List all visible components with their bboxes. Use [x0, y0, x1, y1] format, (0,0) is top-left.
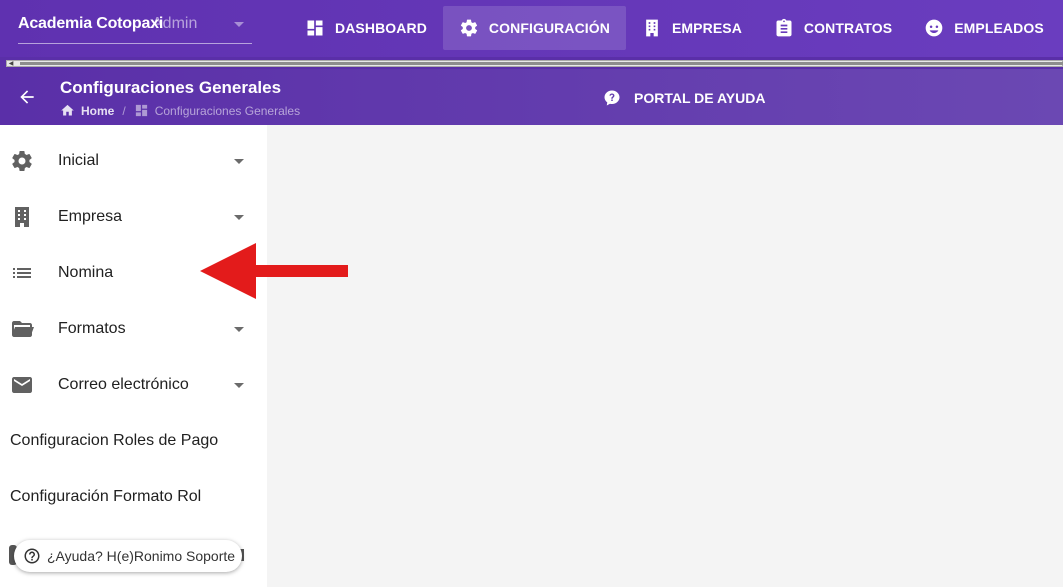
- help-portal-label: PORTAL DE AYUDA: [634, 90, 766, 106]
- horizontal-scrollbar-area: ◀: [0, 57, 1063, 69]
- breadcrumb: Home / Configuraciones Generales: [60, 103, 300, 118]
- gear-icon: [460, 19, 478, 37]
- breadcrumb-current: Configuraciones Generales: [154, 103, 301, 118]
- sidebar-item-correo[interactable]: Correo electrónico: [0, 357, 267, 413]
- sidebar-item-roles-de-pago[interactable]: Configuracion Roles de Pago: [0, 413, 267, 469]
- chevron-down-icon: [234, 214, 244, 220]
- building-icon: [10, 205, 34, 229]
- help-portal-link[interactable]: PORTAL DE AYUDA: [603, 89, 765, 107]
- nav-empresa[interactable]: EMPRESA: [626, 6, 758, 50]
- sidebar-item-label: Formatos: [58, 320, 126, 337]
- nav-contratos[interactable]: CONTRATOS: [758, 6, 908, 50]
- list-icon: [10, 261, 34, 285]
- sidebar-item-formato-rol[interactable]: Configuración Formato Rol: [0, 469, 267, 525]
- building-icon: [646, 19, 658, 37]
- gear-icon: [10, 149, 34, 173]
- nav-empresa-label: EMPRESA: [671, 20, 742, 36]
- chevron-down-icon: [234, 326, 244, 332]
- sidebar-item-formatos[interactable]: Formatos: [0, 301, 267, 357]
- scroll-left-arrow-icon[interactable]: ◀: [7, 61, 15, 68]
- sidebar-item-label: Empresa: [58, 208, 123, 225]
- nav-empleados[interactable]: EMPLEADOS: [908, 6, 1060, 50]
- nav-configuracion[interactable]: CONFIGURACIÓN: [442, 6, 626, 50]
- dashboard-icon: [135, 104, 147, 117]
- home-icon: [61, 104, 74, 116]
- folder-open-icon: [10, 317, 34, 341]
- chevron-down-icon: [234, 158, 244, 164]
- organization-select[interactable]: Academia Cotopaxi Admin: [18, 8, 252, 44]
- nav-dashboard-label: DASHBOARD: [335, 20, 427, 36]
- main-content: [267, 125, 1063, 587]
- help-bubble-icon: [604, 90, 620, 106]
- main-nav: DASHBOARD CONFIGURACIÓN EMPRESA CONTRATO…: [289, 6, 1063, 50]
- scrollbar-thumb[interactable]: [20, 62, 1063, 65]
- sidebar-item-label: Inicial: [58, 152, 99, 169]
- nav-contratos-label: CONTRATOS: [803, 20, 893, 36]
- clipboard-icon: [776, 18, 792, 37]
- chevron-down-icon: [234, 22, 244, 27]
- chevron-down-icon: [234, 382, 244, 388]
- arrow-back-icon: [20, 90, 34, 104]
- sidebar-item-label: Configuracion Roles de Pago: [10, 432, 219, 449]
- horizontal-scrollbar[interactable]: ◀: [6, 60, 1063, 67]
- back-button[interactable]: [17, 87, 37, 107]
- help-circle-icon: [24, 548, 40, 564]
- organization-name: Academia Cotopaxi: [18, 15, 164, 32]
- organization-role: Admin: [152, 15, 198, 32]
- page-header: Configuraciones Generales Home / Configu…: [0, 69, 1063, 125]
- nav-empleados-label: EMPLEADOS: [954, 20, 1044, 36]
- help-support-label: ¿Ayuda? H(e)Ronimo Soporte: [47, 548, 236, 564]
- top-app-bar: Academia Cotopaxi Admin DASHBOARD CONFIG…: [0, 0, 1063, 57]
- dashboard-icon: [307, 20, 323, 36]
- page-title: Configuraciones Generales: [60, 78, 282, 97]
- sidebar-item-inicial[interactable]: Inicial: [0, 133, 267, 189]
- nav-dashboard[interactable]: DASHBOARD: [289, 6, 443, 50]
- breadcrumb-separator: /: [122, 103, 126, 118]
- annotation-arrow: [200, 243, 348, 299]
- breadcrumb-home[interactable]: Home: [81, 104, 114, 118]
- mail-icon: [10, 373, 34, 397]
- help-support-chip[interactable]: ¿Ayuda? H(e)Ronimo Soporte: [14, 540, 242, 572]
- settings-sidebar: Inicial Empresa Nomina Formatos Correo e…: [0, 125, 267, 587]
- sidebar-item-label: Correo electrónico: [58, 376, 189, 393]
- nav-configuracion-label: CONFIGURACIÓN: [488, 20, 610, 36]
- sidebar-item-label: Nomina: [58, 264, 114, 281]
- sidebar-item-empresa[interactable]: Empresa: [0, 189, 267, 245]
- sidebar-item-label: Configuración Formato Rol: [10, 488, 202, 505]
- face-icon: [925, 19, 943, 37]
